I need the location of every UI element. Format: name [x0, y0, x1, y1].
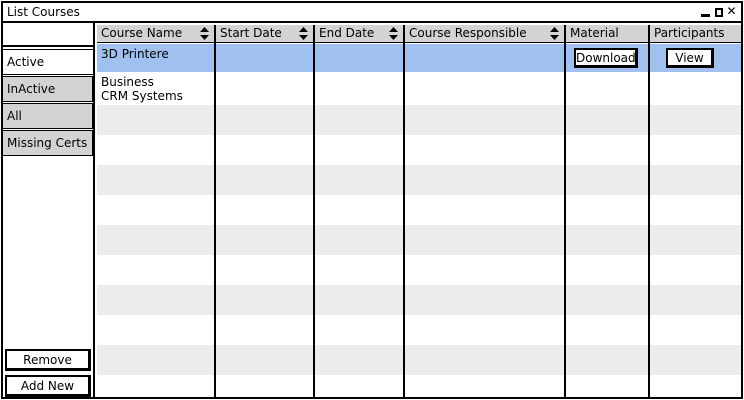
column-divider: [648, 25, 650, 397]
sort-icon[interactable]: [389, 27, 398, 40]
column-header-course-name[interactable]: Course Name: [97, 25, 216, 43]
table-header: Course Name Start Date End Date Course R…: [97, 25, 741, 43]
column-header-material: Material: [566, 25, 650, 43]
table-row: [97, 195, 741, 225]
column-header-end-date[interactable]: End Date: [315, 25, 405, 43]
filter-tab-active[interactable]: Active: [3, 49, 93, 75]
table-row: [97, 315, 741, 345]
table-row: [97, 375, 741, 397]
filter-sidebar: Active InActive All Missing Certs Remove…: [3, 23, 95, 397]
filter-tab-inactive[interactable]: InActive: [3, 76, 93, 102]
column-divider: [564, 25, 566, 397]
sort-icon[interactable]: [550, 27, 559, 40]
window-title: List Courses: [7, 5, 80, 19]
column-header-label: Start Date: [220, 26, 282, 40]
add-new-button[interactable]: Add New: [5, 375, 91, 397]
table-row: [97, 285, 741, 315]
remove-button[interactable]: Remove: [5, 349, 91, 371]
table-row-selected[interactable]: 3D Printere Download View: [97, 44, 741, 72]
close-icon[interactable]: ✕: [726, 4, 737, 18]
minimize-icon[interactable]: [700, 4, 711, 18]
column-divider: [214, 25, 216, 397]
sort-icon[interactable]: [299, 27, 308, 40]
column-header-label: Material: [570, 26, 619, 40]
maximize-icon[interactable]: [713, 4, 724, 18]
list-courses-window: List Courses ✕ Active InActive All Missi…: [1, 1, 743, 399]
table-row: [97, 345, 741, 375]
table-row: [97, 165, 741, 195]
column-header-course-responsible[interactable]: Course Responsible: [405, 25, 566, 43]
column-header-label: Course Responsible: [409, 26, 527, 40]
filter-tab-missing-certs[interactable]: Missing Certs: [3, 130, 93, 156]
table-row[interactable]: Business CRM Systems: [97, 72, 741, 103]
column-divider: [403, 25, 405, 397]
column-header-label: Course Name: [101, 26, 183, 40]
sort-icon[interactable]: [200, 27, 209, 40]
column-header-participants: Participants: [650, 25, 741, 43]
title-bar: List Courses ✕: [3, 3, 741, 23]
download-button[interactable]: Download: [574, 48, 638, 68]
courses-table: 3D Printere Download View Business CRM S…: [97, 23, 741, 397]
cell-course-name: 3D Printere: [101, 47, 169, 61]
column-header-label: Participants: [654, 26, 725, 40]
sidebar-header-spacer: [3, 25, 93, 47]
column-header-start-date[interactable]: Start Date: [216, 25, 315, 43]
cell-course-name: Business CRM Systems: [101, 75, 183, 103]
table-row: [97, 225, 741, 255]
table-row: [97, 105, 741, 135]
table-row: [97, 255, 741, 285]
filter-tab-all[interactable]: All: [3, 103, 93, 129]
window-controls: ✕: [700, 4, 737, 18]
column-header-label: End Date: [319, 26, 375, 40]
table-row: [97, 135, 741, 165]
view-participants-button[interactable]: View: [666, 48, 714, 68]
column-divider: [313, 25, 315, 397]
